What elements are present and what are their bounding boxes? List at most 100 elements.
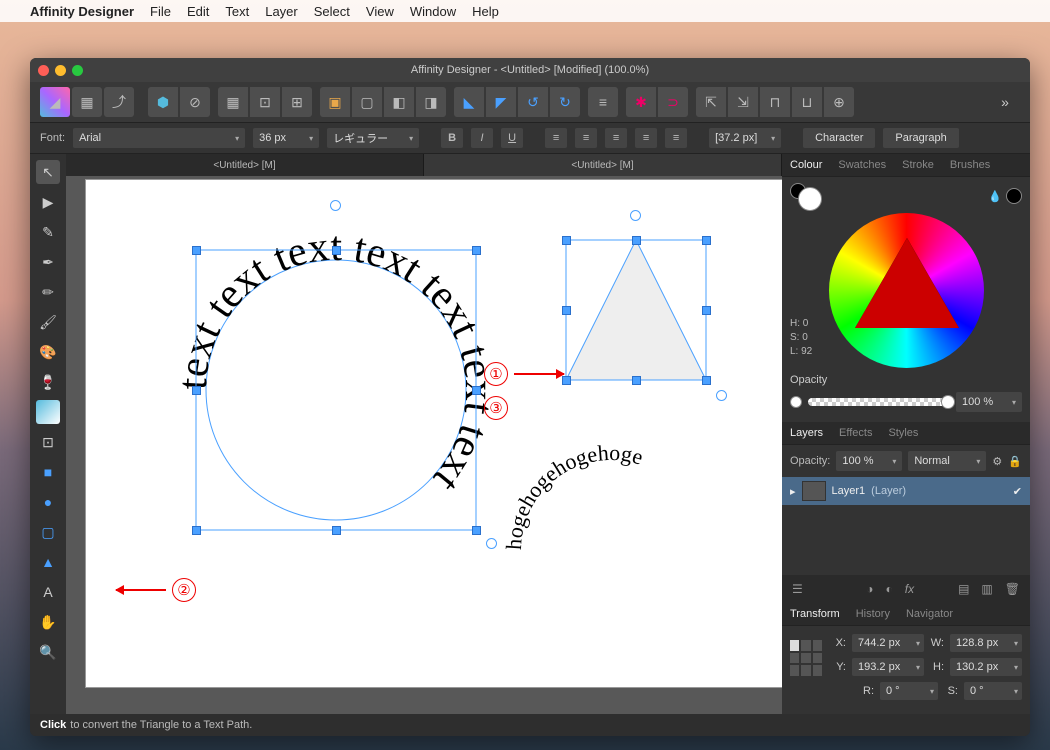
align-right-button[interactable]: ≡ bbox=[605, 128, 627, 148]
gradient-tool[interactable] bbox=[36, 400, 60, 424]
tab-history[interactable]: History bbox=[848, 603, 898, 625]
lock-icon[interactable]: 🔒 bbox=[1008, 455, 1022, 468]
menu-select[interactable]: Select bbox=[314, 4, 350, 19]
app-menu[interactable]: Affinity Designer bbox=[30, 4, 134, 19]
add-pixel-layer-icon[interactable]: ▥ bbox=[981, 582, 992, 596]
disclosure-icon[interactable]: ▸ bbox=[790, 485, 796, 498]
font-size-select[interactable]: 36 px▾ bbox=[253, 128, 319, 148]
add-layer-icon[interactable]: ▤ bbox=[958, 582, 969, 596]
bold-button[interactable]: B bbox=[441, 128, 463, 148]
w-input[interactable]: 128.8 px▾ bbox=[950, 634, 1022, 652]
menu-text[interactable]: Text bbox=[225, 4, 249, 19]
tab-colour[interactable]: Colour bbox=[782, 154, 830, 176]
pan-tool[interactable]: ✋ bbox=[36, 610, 60, 634]
anchor-selector[interactable] bbox=[790, 640, 822, 676]
tab-effects[interactable]: Effects bbox=[831, 422, 880, 444]
doc-tab[interactable]: <Untitled> [M] bbox=[424, 154, 782, 176]
character-panel-button[interactable]: Character bbox=[803, 128, 875, 148]
menu-help[interactable]: Help bbox=[472, 4, 499, 19]
toolbar-btn[interactable]: ⊡ bbox=[250, 87, 280, 117]
tab-layers[interactable]: Layers bbox=[782, 422, 831, 444]
toolbar-btn[interactable]: ▣ bbox=[320, 87, 350, 117]
gear-icon[interactable]: ⚙ bbox=[992, 455, 1002, 468]
canvas[interactable]: text text text text text text text hogeh… bbox=[86, 180, 782, 687]
layer-opacity-select[interactable]: 100 %▾ bbox=[836, 451, 902, 471]
toolbar-btn[interactable]: ⇱ bbox=[696, 87, 726, 117]
blend-mode-select[interactable]: Normal▾ bbox=[908, 451, 986, 471]
crop-tool[interactable]: ⊡ bbox=[36, 430, 60, 454]
opacity-value-select[interactable]: 100 %▾ bbox=[956, 392, 1022, 412]
tab-brushes[interactable]: Brushes bbox=[942, 154, 998, 176]
h-input[interactable]: 130.2 px▾ bbox=[950, 658, 1022, 676]
snap-btn[interactable]: ✱ bbox=[626, 87, 656, 117]
leading-select[interactable]: [37.2 px]▾ bbox=[709, 128, 781, 148]
persona-export[interactable]: ⤴ bbox=[104, 87, 134, 117]
tab-stroke[interactable]: Stroke bbox=[894, 154, 942, 176]
rotate-cw-btn[interactable]: ↻ bbox=[550, 87, 580, 117]
toolbar-btn[interactable]: ⊔ bbox=[792, 87, 822, 117]
toolbar-btn[interactable]: ▢ bbox=[352, 87, 382, 117]
toolbar-btn[interactable]: ▦ bbox=[218, 87, 248, 117]
layer-row[interactable]: ▸ Layer1 (Layer) ✔ bbox=[782, 477, 1030, 505]
toolbar-btn[interactable]: ⊞ bbox=[282, 87, 312, 117]
doc-tab[interactable]: <Untitled> [M] bbox=[66, 154, 424, 176]
r-input[interactable]: 0 °▾ bbox=[880, 682, 938, 700]
triangle-tool[interactable]: ▲ bbox=[36, 550, 60, 574]
flip-v-btn[interactable]: ◤ bbox=[486, 87, 516, 117]
align-justify-all-button[interactable]: ≡ bbox=[665, 128, 687, 148]
fx-icon[interactable]: fx bbox=[905, 582, 914, 596]
minimize-button[interactable] bbox=[55, 65, 66, 76]
s-input[interactable]: 0 °▾ bbox=[964, 682, 1022, 700]
rotate-ccw-btn[interactable]: ↺ bbox=[518, 87, 548, 117]
font-weight-select[interactable]: レギュラー▾ bbox=[327, 128, 419, 148]
rectangle-tool[interactable]: ■ bbox=[36, 460, 60, 484]
menu-file[interactable]: File bbox=[150, 4, 171, 19]
align-left-button[interactable]: ≡ bbox=[545, 128, 567, 148]
tab-styles[interactable]: Styles bbox=[880, 422, 926, 444]
toolbar-btn[interactable]: ◧ bbox=[384, 87, 414, 117]
brush-tool[interactable]: 🖌 bbox=[36, 310, 60, 334]
menu-layer[interactable]: Layer bbox=[265, 4, 298, 19]
align-btn[interactable]: ≡ bbox=[588, 87, 618, 117]
opacity-slider[interactable] bbox=[808, 398, 950, 406]
eyedropper-icon[interactable]: 💧 bbox=[988, 190, 1002, 203]
align-justify-button[interactable]: ≡ bbox=[635, 128, 657, 148]
toolbar-overflow[interactable]: » bbox=[990, 87, 1020, 117]
ellipse-tool[interactable]: ● bbox=[36, 490, 60, 514]
fill-tool[interactable]: 🎨 bbox=[36, 340, 60, 364]
underline-button[interactable]: U bbox=[501, 128, 523, 148]
menu-edit[interactable]: Edit bbox=[187, 4, 209, 19]
transparency-tool[interactable]: 🍷 bbox=[36, 370, 60, 394]
toolbar-btn[interactable]: ⬢ bbox=[148, 87, 178, 117]
visibility-checkbox[interactable]: ✔ bbox=[1013, 485, 1022, 498]
toolbar-btn[interactable]: ⊘ bbox=[180, 87, 210, 117]
paragraph-panel-button[interactable]: Paragraph bbox=[883, 128, 958, 148]
align-center-button[interactable]: ≡ bbox=[575, 128, 597, 148]
persona-designer[interactable]: ◢ bbox=[40, 87, 70, 117]
node-tool[interactable]: ▶ bbox=[36, 190, 60, 214]
tab-swatches[interactable]: Swatches bbox=[830, 154, 894, 176]
layers-icon[interactable]: ☰ bbox=[792, 582, 803, 596]
adjustment-icon[interactable]: ◐ bbox=[885, 582, 892, 596]
colour-wheel[interactable] bbox=[829, 213, 984, 368]
persona-pixel[interactable]: ▦ bbox=[72, 87, 102, 117]
canvas-viewport[interactable]: text text text text text text text hogeh… bbox=[66, 176, 782, 714]
mask-icon[interactable]: ◑ bbox=[866, 582, 873, 596]
fill-swatch[interactable] bbox=[798, 187, 822, 211]
corner-tool[interactable]: ✎ bbox=[36, 220, 60, 244]
tab-transform[interactable]: Transform bbox=[782, 603, 848, 625]
text-tool[interactable]: A bbox=[36, 580, 60, 604]
close-button[interactable] bbox=[38, 65, 49, 76]
rounded-rect-tool[interactable]: ▢ bbox=[36, 520, 60, 544]
move-tool[interactable]: ↖ bbox=[36, 160, 60, 184]
pen-tool[interactable]: ✒ bbox=[36, 250, 60, 274]
toolbar-btn[interactable]: ⊓ bbox=[760, 87, 790, 117]
x-input[interactable]: 744.2 px▾ bbox=[852, 634, 924, 652]
menu-window[interactable]: Window bbox=[410, 4, 456, 19]
pencil-tool[interactable]: ✏ bbox=[36, 280, 60, 304]
flip-h-btn[interactable]: ◣ bbox=[454, 87, 484, 117]
y-input[interactable]: 193.2 px▾ bbox=[852, 658, 924, 676]
toolbar-btn[interactable]: ⇲ bbox=[728, 87, 758, 117]
toolbar-btn[interactable]: ⊕ bbox=[824, 87, 854, 117]
font-family-select[interactable]: Arial▾ bbox=[73, 128, 245, 148]
